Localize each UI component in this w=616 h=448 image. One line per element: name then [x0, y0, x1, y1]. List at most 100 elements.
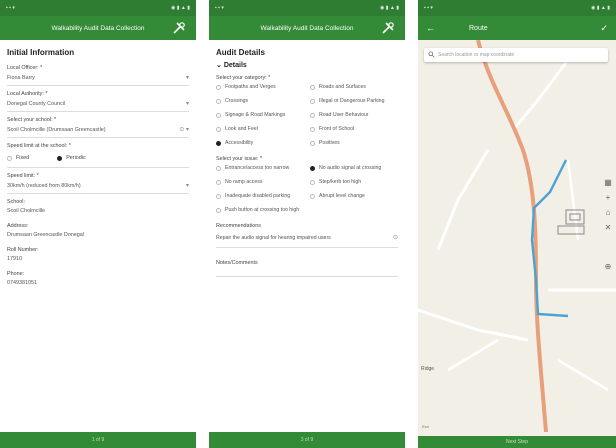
- option-label: Roads and Surfaces: [319, 84, 367, 90]
- speed-limit-select[interactable]: 30km/h (reduced from 80km/h) ▾: [7, 182, 189, 194]
- category-option[interactable]: Crossings: [216, 98, 304, 108]
- category-option[interactable]: Illegal or Dangerous Parking: [310, 98, 398, 108]
- status-bar: ▪ ▪ ▾ ◉ ▮ ▲ ▮: [418, 0, 616, 16]
- bottom-bar[interactable]: 3 of 9: [209, 432, 405, 448]
- option-label: Illegal or Dangerous Parking: [319, 98, 385, 104]
- category-option[interactable]: Roads and Surfaces: [310, 84, 398, 94]
- radio-dot: [216, 85, 221, 90]
- category-option-selected[interactable]: Accessibility: [216, 140, 304, 150]
- radio-periodic[interactable]: Periodic: [57, 155, 86, 161]
- radio-dot: [216, 208, 221, 213]
- app-title: Walkability Audit Data Collection: [51, 24, 145, 32]
- roll-number-info: Roll Number: 17910: [7, 247, 189, 266]
- info-label: Address:: [7, 223, 29, 229]
- app-bar: Walkability Audit Data Collection: [0, 16, 196, 40]
- chevron-down-icon: ▾: [185, 75, 189, 81]
- recommendations-field[interactable]: Repair the audio signal for hearing impa…: [216, 232, 398, 248]
- radio-label: Fixed: [16, 155, 30, 161]
- status-right-icons: ◉ ▮ ▲ ▮: [380, 5, 399, 11]
- school-field[interactable]: Select your school: * Scoil Cholmcille (…: [7, 117, 189, 138]
- field-label: Speed limit at the school: *: [7, 143, 71, 149]
- issue-option[interactable]: Entrance/access too narrow: [216, 165, 304, 175]
- radio-dot: [310, 113, 315, 118]
- issue-option[interactable]: Step/kerb too high: [310, 179, 398, 189]
- tools-icon[interactable]: [381, 21, 395, 35]
- issue-option[interactable]: Inadequate disabled parking: [216, 193, 304, 203]
- map-place-label: Ridge: [421, 366, 435, 372]
- info-value: Scoil Cholmcille: [7, 208, 46, 214]
- radio-dot: [310, 85, 315, 90]
- map-canvas[interactable]: [418, 40, 616, 432]
- local-officer-select[interactable]: Fiona Barry ▾: [7, 74, 189, 86]
- category-option[interactable]: Road User Behaviour: [310, 112, 398, 122]
- info-icon[interactable]: ⊙: [393, 235, 398, 241]
- radio-label: Periodic: [66, 155, 86, 161]
- option-label: No ramp access: [225, 179, 263, 185]
- section-title: Audit Details: [216, 48, 265, 57]
- issue-option[interactable]: Abrupt level change: [310, 193, 398, 203]
- category-option[interactable]: Positives: [310, 140, 398, 150]
- field-label: Local Authority: *: [7, 91, 48, 97]
- radio-dot: [216, 166, 221, 171]
- category-option[interactable]: Front of School: [310, 126, 398, 136]
- local-authority-field[interactable]: Local Authority: * Donegal County Counci…: [7, 91, 189, 112]
- layers-icon[interactable]: ▦: [604, 178, 612, 187]
- category-option[interactable]: Signage & Road Markings: [216, 112, 304, 122]
- radio-fixed[interactable]: Fixed: [7, 155, 29, 161]
- radio-dot: [216, 180, 221, 185]
- notes-field[interactable]: Notes/Comments: [216, 260, 398, 277]
- status-left-icons: ▪ ▪ ▾: [424, 5, 433, 11]
- back-arrow-icon[interactable]: ←: [426, 23, 435, 33]
- bottom-bar[interactable]: 1 of 9: [0, 432, 196, 448]
- status-left-icons: ▪ ▪ ▾: [6, 5, 15, 11]
- map-search-input[interactable]: Search location or map coordinate: [424, 48, 608, 62]
- check-icon[interactable]: ✓: [600, 23, 608, 34]
- option-label: Step/kerb too high: [319, 179, 362, 185]
- radio-dot: [216, 113, 221, 118]
- radio-dot: [310, 180, 315, 185]
- phone-info: Phone: 0749381051: [7, 271, 189, 290]
- details-header[interactable]: ⌄ Details: [216, 61, 398, 69]
- issue-radio-group: Entrance/access too narrow No audio sign…: [216, 165, 398, 217]
- category-label: Select your category: *: [216, 75, 271, 81]
- radio-dot-selected: [57, 155, 63, 161]
- chevron-down-icon: ▾: [185, 101, 189, 107]
- tools-icon[interactable]: [172, 21, 186, 35]
- status-right-icons: ◉ ▮ ▲ ▮: [171, 5, 190, 11]
- local-officer-field[interactable]: Local Officer: * Fiona Barry ▾: [7, 65, 189, 86]
- radio-dot: [310, 194, 315, 199]
- category-option[interactable]: Footpaths and Verges: [216, 84, 304, 94]
- option-label: Signage & Road Markings: [225, 112, 286, 118]
- issue-option-selected[interactable]: No audio signal at crossing: [310, 165, 398, 175]
- info-icon[interactable]: ⊙ ▾: [179, 126, 189, 133]
- status-bar: ▪ ▪ ▾ ◉ ▮ ▲ ▮: [209, 0, 405, 16]
- status-left-icons: ▪ ▪ ▾: [215, 5, 224, 11]
- local-authority-select[interactable]: Donegal County Council ▾: [7, 100, 189, 112]
- option-label: Abrupt level change: [319, 193, 365, 199]
- page-indicator: 1 of 9: [91, 437, 105, 443]
- issue-option[interactable]: No ramp access: [216, 179, 304, 189]
- app-title: Route: [469, 24, 488, 32]
- info-value: Drumsaan Greencastle Donegal: [7, 232, 85, 238]
- info-value: 17910: [7, 256, 22, 262]
- info-label: School:: [7, 199, 25, 205]
- school-select[interactable]: Scoil Cholmcille (Drumsaan Greencastle) ⊙…: [7, 126, 189, 138]
- zoom-in-icon[interactable]: +: [606, 193, 611, 202]
- option-label: Footpaths and Verges: [225, 84, 276, 90]
- speed-limit-field[interactable]: Speed limit: * 30km/h (reduced from 80km…: [7, 173, 189, 194]
- home-icon[interactable]: ⌂: [606, 208, 611, 217]
- issue-option[interactable]: Push button at crossing too high: [216, 207, 304, 217]
- locate-icon[interactable]: ⊕: [605, 262, 612, 271]
- chevron-down-icon: ▾: [185, 183, 189, 189]
- radio-dot: [310, 141, 315, 146]
- radio-dot-selected: [310, 166, 315, 171]
- option-label: Entrance/access too narrow: [225, 165, 290, 171]
- info-value: 0749381051: [7, 280, 37, 286]
- bottom-bar[interactable]: Next Step: [418, 436, 616, 448]
- search-placeholder: Search location or map coordinate: [438, 52, 515, 58]
- category-option[interactable]: Look and Feel: [216, 126, 304, 136]
- next-step-label: Next Step: [506, 439, 528, 445]
- radio-dot: [310, 99, 315, 104]
- screen-audit-details: ▪ ▪ ▾ ◉ ▮ ▲ ▮ Walkability Audit Data Col…: [209, 0, 405, 448]
- expand-icon[interactable]: ✕: [605, 223, 612, 232]
